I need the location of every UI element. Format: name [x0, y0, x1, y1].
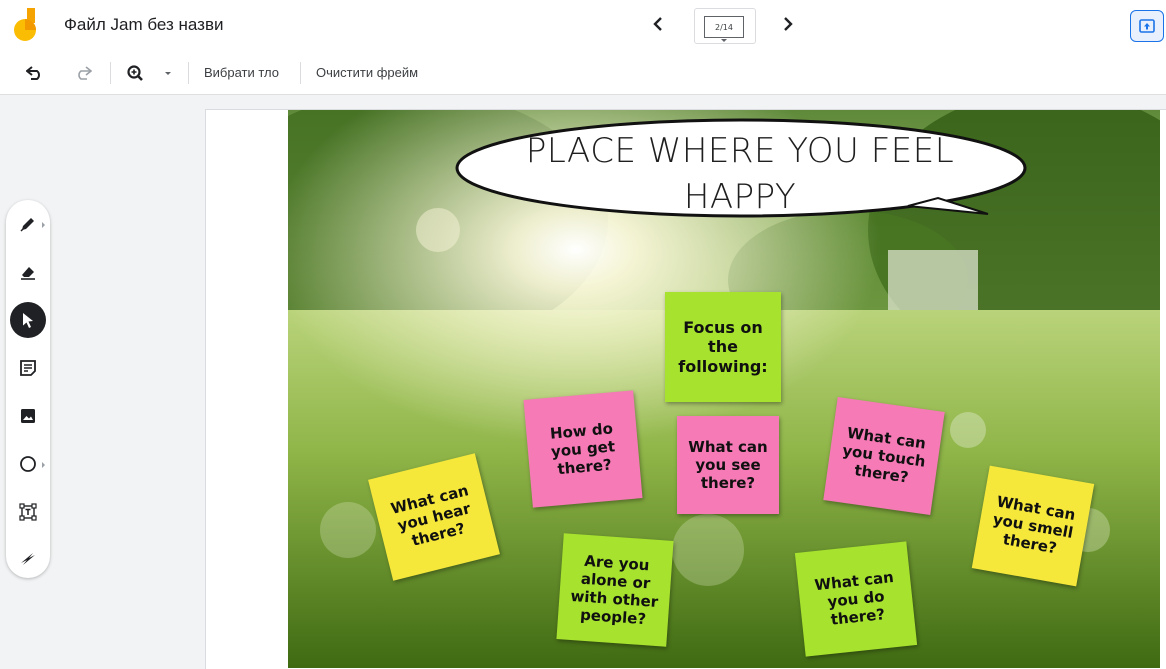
set-background-button[interactable]: Вибрати тло	[204, 65, 279, 80]
submenu-arrow-icon	[42, 222, 45, 228]
chevron-left-icon	[653, 17, 662, 31]
sticky-note-touch[interactable]: What can you touch there?	[823, 396, 945, 516]
toolbar-divider	[188, 62, 189, 84]
title-bar: Файл Jam без назви 2/14	[0, 0, 1166, 52]
next-frame-button[interactable]	[776, 12, 800, 36]
pen-tool[interactable]	[10, 206, 46, 242]
eraser-icon	[21, 267, 35, 280]
text-box-tool[interactable]	[10, 494, 46, 530]
toolbar-divider	[110, 62, 111, 84]
pen-icon	[20, 218, 34, 232]
previous-frame-button[interactable]	[646, 12, 670, 36]
text-box-icon	[19, 503, 37, 521]
image-tool[interactable]	[10, 398, 46, 434]
redo-icon	[78, 66, 92, 80]
redo-button[interactable]	[72, 62, 94, 84]
sticky-note-see[interactable]: What can you see there?	[677, 416, 779, 514]
canvas-heading: PLACE WHERE YOU FEEL HAPPY	[525, 131, 955, 217]
laser-tool[interactable]	[10, 540, 46, 576]
sticky-note-smell[interactable]: What can you smell there?	[971, 465, 1095, 587]
jamboard-logo[interactable]	[14, 8, 42, 42]
frame-bar-toggle[interactable]: 2/14	[694, 8, 756, 44]
sticky-note-icon	[20, 360, 36, 376]
sticky-note-get-there[interactable]: How do you get there?	[523, 390, 643, 508]
pointer-icon	[23, 313, 33, 328]
laser-icon	[21, 553, 35, 565]
circle-icon	[20, 456, 36, 472]
sticky-note-alone[interactable]: Are you alone or with other people?	[556, 533, 674, 647]
zoom-button[interactable]	[124, 62, 174, 84]
clear-frame-button[interactable]: Очистити фрейм	[316, 65, 418, 80]
tool-palette	[6, 200, 50, 578]
sticky-note-tool[interactable]	[10, 350, 46, 386]
undo-icon	[26, 66, 40, 80]
select-tool[interactable]	[10, 302, 46, 338]
present-upload-button[interactable]	[1130, 10, 1164, 42]
sticky-note-focus[interactable]: Focus on the following:	[665, 292, 781, 402]
zoom-in-icon	[127, 65, 171, 81]
frame-counter: 2/14	[704, 16, 744, 38]
submenu-arrow-icon	[42, 462, 45, 468]
caret-down-icon	[721, 39, 727, 42]
shape-tool[interactable]	[10, 446, 46, 482]
undo-button[interactable]	[24, 62, 46, 84]
sticky-note-do[interactable]: What can you do there?	[794, 541, 918, 657]
toolbar: Вибрати тло Очистити фрейм	[0, 52, 1166, 95]
upload-icon	[1139, 19, 1155, 33]
toolbar-divider	[300, 62, 301, 84]
image-icon	[21, 409, 35, 423]
document-title[interactable]: Файл Jam без назви	[64, 15, 223, 35]
chevron-right-icon	[784, 17, 793, 31]
eraser-tool[interactable]	[10, 254, 46, 290]
